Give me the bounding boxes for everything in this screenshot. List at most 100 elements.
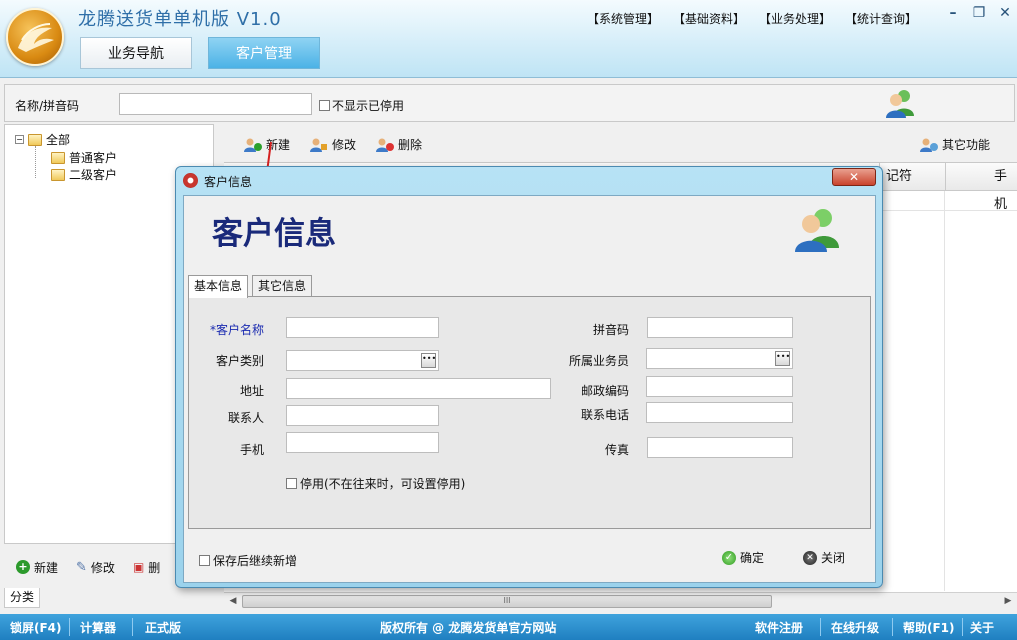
column-header[interactable]: 手机 <box>945 163 1017 212</box>
postcode-label: 邮政编码 <box>580 384 629 398</box>
user-delete-icon <box>376 138 394 152</box>
phone-field[interactable] <box>646 402 793 423</box>
fax-label: 传真 <box>604 443 629 457</box>
delete-doc-icon: ▣ <box>132 560 145 574</box>
edit-icon: ✎ <box>76 559 87 575</box>
browse-button[interactable]: ••• <box>775 351 790 366</box>
lock-screen-button[interactable]: 锁屏(F4) <box>10 619 62 636</box>
scroll-thumb[interactable]: III <box>242 595 772 608</box>
dialog-titlebar[interactable]: 客户信息 ✕ <box>176 167 882 193</box>
calculator-button[interactable]: 计算器 <box>80 619 116 636</box>
customer-info-dialog: 客户信息 ✕ 客户信息 基本信息 其它信息 *客户名称 客户类别 ••• 地址 … <box>175 166 883 588</box>
tree-node-regular[interactable]: 普通客户 <box>51 149 117 166</box>
dialog-title: 客户信息 <box>204 175 253 189</box>
keep-adding-label: 保存后继续新增 <box>213 554 298 568</box>
collapse-icon[interactable]: − <box>15 135 24 144</box>
horizontal-scrollbar[interactable]: ◀ III ▶ <box>224 592 1017 610</box>
disabled-checkbox[interactable]: 停用(不在往来时，可设置停用) <box>286 475 465 492</box>
status-bar: 锁屏(F4) 计算器 正式版 版权所有 @ 龙腾发货单官方网站 软件注册 在线升… <box>0 614 1017 640</box>
menu-business[interactable]: 【业务处理】 <box>759 10 831 27</box>
tab-customer-management[interactable]: 客户管理 <box>208 37 320 69</box>
status-divider <box>892 618 893 636</box>
dialog-body: 客户信息 基本信息 其它信息 *客户名称 客户类别 ••• 地址 联系人 手机 … <box>183 195 876 583</box>
search-label: 名称/拼音码 <box>15 99 80 113</box>
user-edit-icon <box>310 138 327 152</box>
tree-delete-label: 删 <box>148 560 161 575</box>
salesman-label: 所属业务员 <box>568 354 629 368</box>
check-icon: ✓ <box>722 550 736 565</box>
tab-other-info[interactable]: 其它信息 <box>252 275 313 297</box>
mobile-label: 手机 <box>239 443 264 457</box>
tree-node-secondary[interactable]: 二级客户 <box>51 166 117 183</box>
dialog-close-icon[interactable]: ✕ <box>832 168 876 186</box>
tab-business-nav[interactable]: 业务导航 <box>80 37 192 69</box>
address-field[interactable] <box>286 378 551 399</box>
tab-category[interactable]: 分类 <box>4 588 40 608</box>
confirm-button[interactable]: ✓ 确定 <box>722 549 764 566</box>
column-divider <box>944 191 945 591</box>
tree-new-button[interactable]: + 新建 <box>16 559 58 576</box>
checkbox-box[interactable] <box>319 100 330 111</box>
users-icon <box>795 209 839 252</box>
customer-name-field[interactable] <box>286 317 439 338</box>
contact-field[interactable] <box>286 405 439 426</box>
search-bar: 名称/拼音码 不显示已停用 <box>4 84 1015 122</box>
status-divider <box>820 618 821 636</box>
dialog-app-icon <box>183 173 198 188</box>
search-input[interactable] <box>119 93 312 115</box>
dragon-logo-icon <box>18 23 54 52</box>
status-divider <box>69 618 70 636</box>
app-logo <box>6 8 64 66</box>
copyright-link[interactable]: 版权所有 @ 龙腾发货单官方网站 <box>380 619 556 636</box>
help-button[interactable]: 帮助(F1) <box>903 619 955 636</box>
close-button[interactable]: ✕ 关闭 <box>803 549 845 566</box>
users-gear-icon <box>920 138 938 152</box>
fax-field[interactable] <box>647 437 793 458</box>
edit-button[interactable]: 修改 <box>310 136 356 153</box>
scroll-right-icon[interactable]: ▶ <box>1001 594 1015 609</box>
users-icon <box>886 90 914 118</box>
about-button[interactable]: 关于 <box>970 619 994 636</box>
checkbox-box[interactable] <box>199 555 210 566</box>
mobile-field[interactable] <box>286 432 439 453</box>
pinyin-field[interactable] <box>647 317 793 338</box>
tree-label: 全部 <box>46 133 71 147</box>
tree-edit-label: 修改 <box>90 560 115 575</box>
tab-basic-info[interactable]: 基本信息 <box>188 275 249 298</box>
close-icon[interactable]: ✕ <box>993 2 1017 24</box>
contact-label: 联系人 <box>227 411 264 425</box>
other-functions-button[interactable]: 其它功能 <box>920 136 990 153</box>
minimize-icon[interactable]: – <box>941 2 965 24</box>
checkbox-box[interactable] <box>286 478 297 489</box>
menu-system[interactable]: 【系统管理】 <box>587 10 659 27</box>
customer-name-label: *客户名称 <box>209 323 264 337</box>
customer-type-field[interactable]: ••• <box>286 350 439 371</box>
folder-icon <box>51 151 65 164</box>
upgrade-button[interactable]: 在线升级 <box>831 619 879 636</box>
menu-statistics[interactable]: 【统计查询】 <box>845 10 917 27</box>
tree-label: 二级客户 <box>69 168 118 182</box>
restore-icon[interactable]: ❐ <box>967 2 991 24</box>
delete-button[interactable]: 删除 <box>376 136 422 153</box>
pinyin-label: 拼音码 <box>592 323 629 337</box>
tree-node-all[interactable]: − 全部 <box>15 131 70 148</box>
hide-disabled-checkbox[interactable]: 不显示已停用 <box>319 97 404 114</box>
postcode-field[interactable] <box>646 376 793 397</box>
tree-label: 普通客户 <box>69 151 118 165</box>
other-functions-label: 其它功能 <box>942 138 991 152</box>
column-header[interactable]: 记符 <box>879 163 945 191</box>
register-button[interactable]: 软件注册 <box>755 619 803 636</box>
app-title: 龙腾送货单单机版 V1.0 <box>78 9 282 30</box>
confirm-label: 确定 <box>740 551 765 565</box>
edit-label: 修改 <box>332 138 357 152</box>
keep-adding-checkbox[interactable]: 保存后继续新增 <box>199 552 297 569</box>
salesman-field[interactable]: ••• <box>646 348 793 369</box>
tree-delete-button[interactable]: ▣ 删 <box>133 559 160 576</box>
title-bar: 龙腾送货单单机版 V1.0 【系统管理】 【基础资料】 【业务处理】 【统计查询… <box>0 0 1017 78</box>
tree-edit-button[interactable]: ✎ 修改 <box>76 559 115 576</box>
folder-icon <box>51 168 65 181</box>
scroll-left-icon[interactable]: ◀ <box>226 594 240 609</box>
browse-button[interactable]: ••• <box>421 353 436 368</box>
address-label: 地址 <box>239 384 264 398</box>
menu-basic-data[interactable]: 【基础资料】 <box>673 10 745 27</box>
